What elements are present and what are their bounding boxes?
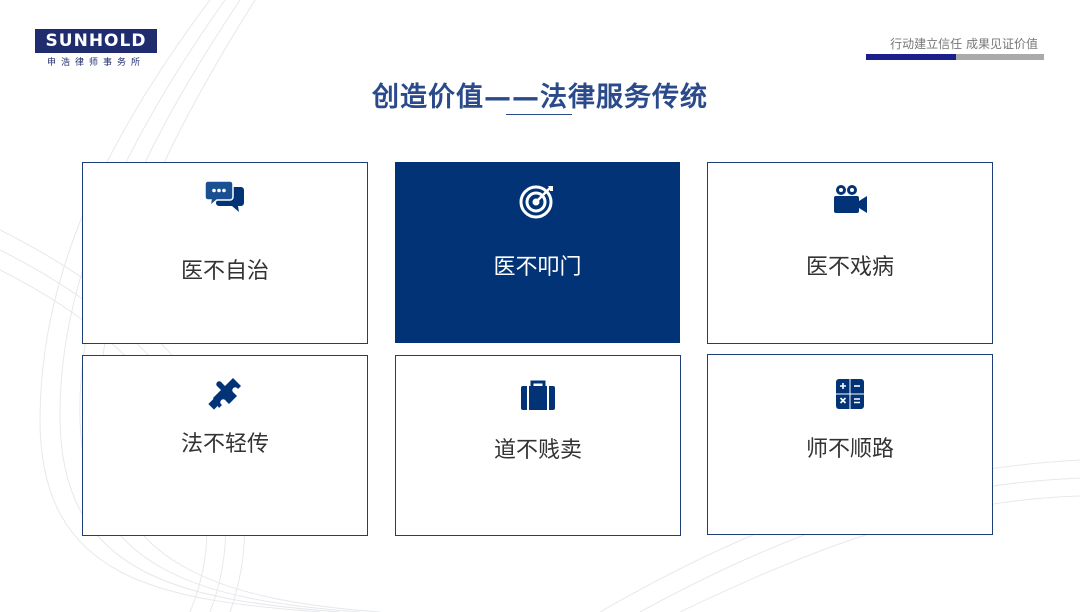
card-label: 医不叩门 — [493, 255, 582, 280]
page-title: 创造价值——法律服务传统 — [372, 82, 708, 113]
card-3: 医不戏病 — [707, 162, 993, 344]
card-label: 法不轻传 — [180, 432, 269, 457]
slogan-bar-accent — [866, 54, 956, 60]
chat-bubbles-icon — [205, 180, 244, 212]
briefcase-icon — [521, 380, 555, 410]
card-2: 医不叩门 — [395, 162, 680, 343]
card-label: 师不顺路 — [805, 437, 894, 462]
logo-wordmark: SUNHOLD — [35, 29, 157, 53]
target-icon — [519, 185, 553, 219]
video-camera-icon — [834, 185, 867, 213]
logo-subtitle: 申浩律师事务所 — [46, 58, 145, 68]
card-label: 医不自治 — [180, 259, 269, 284]
sunhold-logo: SUNHOLD 申浩律师事务所 — [35, 29, 157, 68]
slogan-text: 行动建立信任 成果见证价值 — [890, 37, 1038, 51]
puzzle-piece-icon — [208, 378, 241, 410]
title-underline — [506, 114, 572, 115]
card-label: 道不贱卖 — [493, 438, 582, 463]
card-1: 医不自治 — [82, 162, 368, 344]
card-5: 道不贱卖 — [395, 355, 681, 536]
card-6: 师不顺路 — [707, 354, 993, 535]
calculator-icon — [836, 379, 864, 409]
card-label: 医不戏病 — [805, 255, 894, 280]
slogan-bar — [866, 54, 1044, 60]
card-4: 法不轻传 — [82, 355, 368, 536]
slide: SUNHOLD 申浩律师事务所 行动建立信任 成果见证价值 创造价值——法律服务… — [0, 0, 1080, 612]
